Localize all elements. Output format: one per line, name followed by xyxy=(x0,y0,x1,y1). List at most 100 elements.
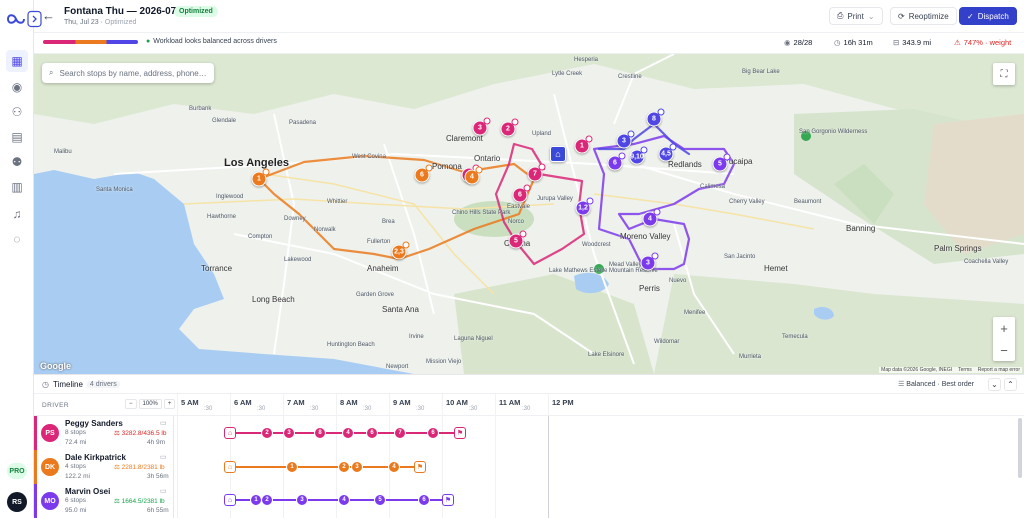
place-glendale: Glendale xyxy=(212,118,237,124)
driver-row[interactable]: PS Peggy Sanders ▭ 8 stops ⚖ 3282.8/436.… xyxy=(34,416,174,450)
map-pin[interactable]: 6 xyxy=(607,152,626,171)
sort-select[interactable]: ☰ Balanced · Best order xyxy=(898,380,974,388)
report-link[interactable]: Report a map error xyxy=(978,367,1020,373)
flag-end-icon[interactable]: ⚑ xyxy=(442,494,454,506)
map-pin[interactable]: 4,5 xyxy=(658,143,677,162)
map-pin[interactable]: 8 xyxy=(646,108,665,127)
timeline-stop[interactable]: 6 xyxy=(427,427,439,439)
stop-search-input[interactable]: ⌕ Search stops by name, address, phone… xyxy=(42,63,214,83)
place-chino: Chino Hills State Park xyxy=(452,210,511,216)
timeline-zoom-in[interactable]: + xyxy=(163,399,176,409)
timeline-title-group[interactable]: ◷ Timeline 4 drivers xyxy=(42,380,120,389)
pro-badge[interactable]: PRO xyxy=(7,463,27,479)
capacity-warning[interactable]: ⚠ 747% · weight xyxy=(954,38,1011,47)
driver-weight: ⚖ 3282.8/436.5 lb xyxy=(114,429,166,437)
map-pin[interactable]: 6 xyxy=(414,164,433,183)
depot-start-icon[interactable]: ⌂ xyxy=(224,427,236,439)
map-pin[interactable]: 1,2 xyxy=(575,197,594,216)
driver-name: Peggy Sanders xyxy=(65,419,123,428)
timeline-stop[interactable]: 6 xyxy=(418,494,430,506)
timeline-stop[interactable]: 1 xyxy=(286,461,298,473)
map-pin[interactable]: 5 xyxy=(712,153,731,172)
pin-label: 8 xyxy=(652,115,656,123)
timeline-stop[interactable]: 3 xyxy=(296,494,308,506)
distance-value: 343.9 mi xyxy=(902,38,932,47)
fullscreen-icon[interactable]: ⛶ xyxy=(993,63,1015,85)
pin-badge xyxy=(586,197,594,205)
pin-badge xyxy=(627,130,635,138)
driver-list: PS Peggy Sanders ▭ 8 stops ⚖ 3282.8/436.… xyxy=(34,416,174,518)
timeline-stop[interactable]: 4 xyxy=(342,427,354,439)
map-pin[interactable]: 3 xyxy=(472,117,491,136)
user-avatar[interactable]: RS xyxy=(7,492,27,512)
map-pin[interactable]: 1 xyxy=(574,135,593,154)
place-la: Los Angeles xyxy=(224,157,289,169)
zoom-out-button[interactable]: − xyxy=(993,339,1015,361)
timeline-stop[interactable]: 4 xyxy=(388,461,400,473)
map-pin[interactable]: 1 xyxy=(251,168,270,187)
driver-column-header: DRIVER xyxy=(42,402,69,409)
hour-gridline xyxy=(177,394,178,518)
timeline-stop[interactable]: 4 xyxy=(338,494,350,506)
pin-label: 4 xyxy=(470,173,474,181)
driver-stops: 8 stops xyxy=(65,429,86,436)
analytics-nav-icon[interactable]: ▥ xyxy=(9,179,25,195)
terms-link[interactable]: Terms xyxy=(958,367,972,373)
reoptimize-button[interactable]: ⟳ Reoptimize xyxy=(890,7,957,25)
chevron-down-icon[interactable]: ⌄ xyxy=(988,378,1001,391)
timeline-stop[interactable]: 3 xyxy=(283,427,295,439)
map-pin[interactable]: 3 xyxy=(616,130,635,149)
timeline-stop[interactable]: 2 xyxy=(261,427,273,439)
map-pin[interactable]: 2 xyxy=(500,118,519,137)
calendar-nav-icon[interactable]: ▤ xyxy=(9,129,25,145)
timeline-stop[interactable]: 2 xyxy=(338,461,350,473)
place-bigbear: Big Bear Lake xyxy=(742,69,780,75)
timeline-stop[interactable]: 7 xyxy=(394,427,406,439)
depot-home-icon[interactable]: ⌂ xyxy=(550,146,566,162)
chevron-up-icon[interactable]: ⌃ xyxy=(1004,378,1017,391)
timeline-stop[interactable]: 3 xyxy=(351,461,363,473)
depot-start-icon[interactable]: ⌂ xyxy=(224,494,236,506)
truck-icon: ▭ xyxy=(160,488,167,495)
map-pin[interactable]: 4 xyxy=(464,166,483,185)
map-canvas[interactable] xyxy=(34,54,1024,374)
place-compton: Compton xyxy=(248,234,273,240)
place-moreno: Moreno Valley xyxy=(620,232,671,241)
users-nav-icon[interactable]: ⚇ xyxy=(9,104,25,120)
timeline-stop[interactable]: 2 xyxy=(261,494,273,506)
timeline-stop[interactable]: 6 xyxy=(366,427,378,439)
half-hour-label: :30 xyxy=(204,406,213,412)
timeline-scrollbar[interactable] xyxy=(1018,418,1022,478)
flag-end-icon[interactable]: ⚑ xyxy=(414,461,426,473)
place-calimesa: Calimesa xyxy=(700,184,726,190)
map-pin[interactable]: 2,3 xyxy=(391,241,410,260)
timeline-stop[interactable]: 5 xyxy=(374,494,386,506)
location-nav-icon[interactable]: ◉ xyxy=(9,79,25,95)
route-map[interactable]: Lytle Creek Crestline Hesperia Big Bear … xyxy=(34,54,1024,374)
map-pin[interactable]: 5 xyxy=(508,230,527,249)
map-pin[interactable]: 7 xyxy=(527,163,546,182)
timeline-stop[interactable]: 8 xyxy=(314,427,326,439)
pin-badge xyxy=(640,146,648,154)
map-pin[interactable]: 3 xyxy=(640,252,659,271)
flag-end-icon[interactable]: ⚑ xyxy=(454,427,466,439)
back-arrow-icon[interactable]: ← xyxy=(42,8,55,23)
dispatch-button[interactable]: ✓ Dispatch xyxy=(959,7,1017,25)
driver-row[interactable]: MO Marvin Osei ▭ 6 stops ⚖ 1664.5/2381 l… xyxy=(34,484,174,518)
print-button[interactable]: ⎙ Print ⌄ xyxy=(829,7,883,25)
depot-start-icon[interactable]: ⌂ xyxy=(224,461,236,473)
timeline-zoom-out[interactable]: − xyxy=(125,399,137,409)
place-coachella: Coachella Valley xyxy=(964,259,1009,265)
map-nav-icon[interactable]: ▦ xyxy=(6,50,28,72)
bell-nav-icon[interactable]: ♫ xyxy=(9,206,25,222)
chat-nav-icon[interactable]: ◌ xyxy=(9,231,25,247)
map-pin[interactable]: 4 xyxy=(642,208,661,227)
place-malibu: Malibu xyxy=(54,149,72,155)
driver-row[interactable]: DK Dale Kirkpatrick ▭ 4 stops ⚖ 2281.8/2… xyxy=(34,450,174,484)
place-jurupa: Jurupa Valley xyxy=(537,196,573,202)
pin-label: 3 xyxy=(622,137,626,145)
zoom-in-button[interactable]: + xyxy=(993,317,1015,339)
map-pin[interactable]: 9,10 xyxy=(629,146,648,165)
map-pin[interactable]: 6 xyxy=(512,184,531,203)
team-nav-icon[interactable]: ⚉ xyxy=(9,154,25,170)
